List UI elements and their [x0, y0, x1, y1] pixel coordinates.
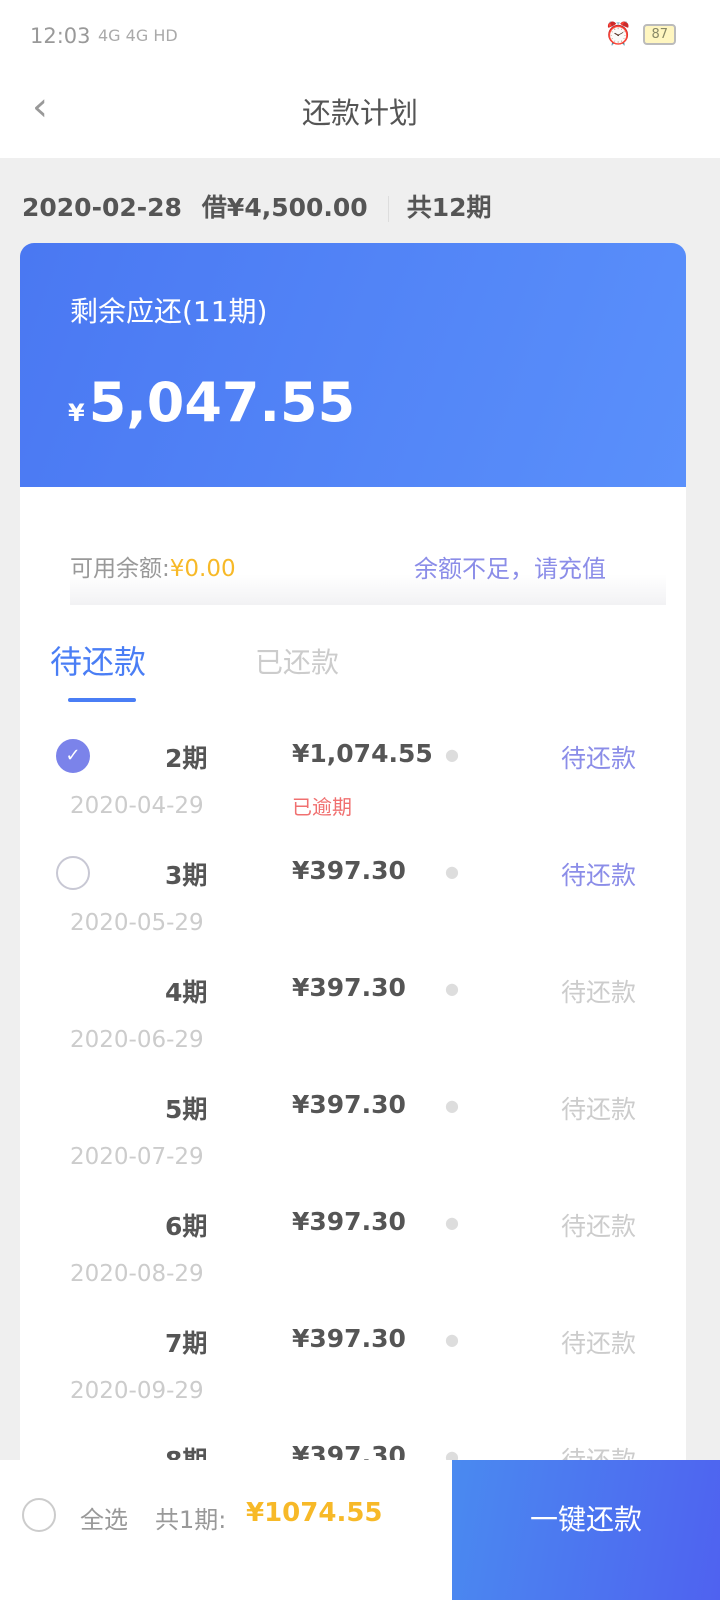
installment-row[interactable]: ✓ 2期 ¥1,074.55 ● 待还款 2020-04-29 已逾期 [20, 739, 686, 856]
tab-pending[interactable]: 待还款 [50, 637, 146, 683]
period-status: 待还款 [560, 861, 636, 890]
nav-header: ‹ 还款计划 [0, 70, 720, 158]
recharge-link[interactable]: 余额不足，请充值 [414, 549, 606, 584]
overdue-badge: 已逾期 [292, 795, 352, 819]
period-label: 2期 [165, 744, 208, 773]
page-title: 还款计划 [301, 96, 418, 130]
loan-amount: 借¥4,500.00 [201, 193, 368, 222]
remaining-amount: ¥5,047.55 [68, 371, 355, 434]
period-label: 7期 [165, 1329, 208, 1358]
period-status: 待还款 [560, 1212, 636, 1241]
row-checkbox[interactable]: ✓ [56, 739, 90, 773]
period-amount: ¥397.30 [292, 1090, 406, 1119]
tab-underline [68, 698, 136, 702]
period-label: 3期 [165, 861, 208, 890]
period-amount: ¥397.30 [292, 856, 406, 885]
selected-count: 共1期: [155, 1506, 227, 1534]
due-date: 2020-07-29 [70, 1144, 204, 1170]
loan-periods: 共12期 [406, 193, 492, 222]
battery-indicator: 87 [643, 24, 676, 45]
info-icon: ● [445, 1096, 459, 1115]
period-amount: ¥1,074.55 [292, 739, 433, 768]
loan-summary: 2020-02-28 借¥4,500.00 共12期 [22, 188, 511, 224]
row-checkbox[interactable] [56, 856, 90, 890]
remaining-card: 剩余应还(11期) ¥5,047.55 [20, 243, 686, 487]
due-date: 2020-04-29 [70, 793, 204, 819]
info-icon: ● [445, 745, 459, 764]
balance-row: 可用余额:¥0.00 余额不足，请充值 [70, 537, 666, 605]
info-icon: ● [445, 862, 459, 881]
status-time: 12:03 [30, 24, 91, 48]
tab-paid[interactable]: 已还款 [255, 641, 339, 681]
installment-row[interactable]: 5期 ¥397.30 ● 待还款 2020-07-29 [20, 1090, 686, 1207]
period-status: 待还款 [560, 1095, 636, 1124]
installment-row[interactable]: 3期 ¥397.30 ● 待还款 2020-05-29 [20, 856, 686, 973]
select-all-label[interactable]: 全选 [80, 1500, 128, 1535]
balance-label: 可用余额:¥0.00 [70, 549, 236, 583]
period-amount: ¥397.30 [292, 973, 406, 1002]
info-icon: ● [445, 979, 459, 998]
installment-row[interactable]: 7期 ¥397.30 ● 待还款 2020-09-29 [20, 1324, 686, 1441]
remaining-value: 5,047.55 [88, 371, 356, 434]
pay-all-button[interactable]: 一键还款 [452, 1460, 720, 1600]
installment-row[interactable]: 6期 ¥397.30 ● 待还款 2020-08-29 [20, 1207, 686, 1324]
alarm-icon: ⏰ [604, 22, 632, 47]
installment-row[interactable]: 4期 ¥397.30 ● 待还款 2020-06-29 [20, 973, 686, 1090]
period-amount: ¥397.30 [292, 1324, 406, 1353]
status-bar: 12:03 4G 4G HD ⏰ 87 [0, 0, 720, 70]
due-date: 2020-06-29 [70, 1027, 204, 1053]
due-date: 2020-05-29 [70, 910, 204, 936]
currency-symbol: ¥ [68, 399, 85, 427]
schedule-panel: 可用余额:¥0.00 余额不足，请充值 待还款 已还款 ✓ 2期 ¥1,074.55… [20, 487, 686, 1475]
network-indicator: 4G 4G HD [98, 26, 178, 45]
info-icon: ● [445, 1330, 459, 1349]
balance-label-text: 可用余额: [70, 556, 170, 582]
period-amount: ¥397.30 [292, 1207, 406, 1236]
period-status: 待还款 [560, 744, 636, 773]
info-icon: ● [445, 1213, 459, 1232]
period-label: 6期 [165, 1212, 208, 1241]
period-status: 待还款 [560, 978, 636, 1007]
loan-date: 2020-02-28 [22, 193, 182, 222]
divider [387, 196, 389, 222]
select-all-checkbox[interactable] [22, 1498, 56, 1532]
period-status: 待还款 [560, 1329, 636, 1358]
due-date: 2020-08-29 [70, 1261, 204, 1287]
selected-total: ¥1074.55 [246, 1498, 383, 1528]
balance-value: ¥0.00 [169, 556, 236, 582]
period-label: 5期 [165, 1095, 208, 1124]
due-date: 2020-09-29 [70, 1378, 204, 1404]
period-label: 4期 [165, 978, 208, 1007]
remaining-label: 剩余应还(11期) [70, 295, 268, 328]
